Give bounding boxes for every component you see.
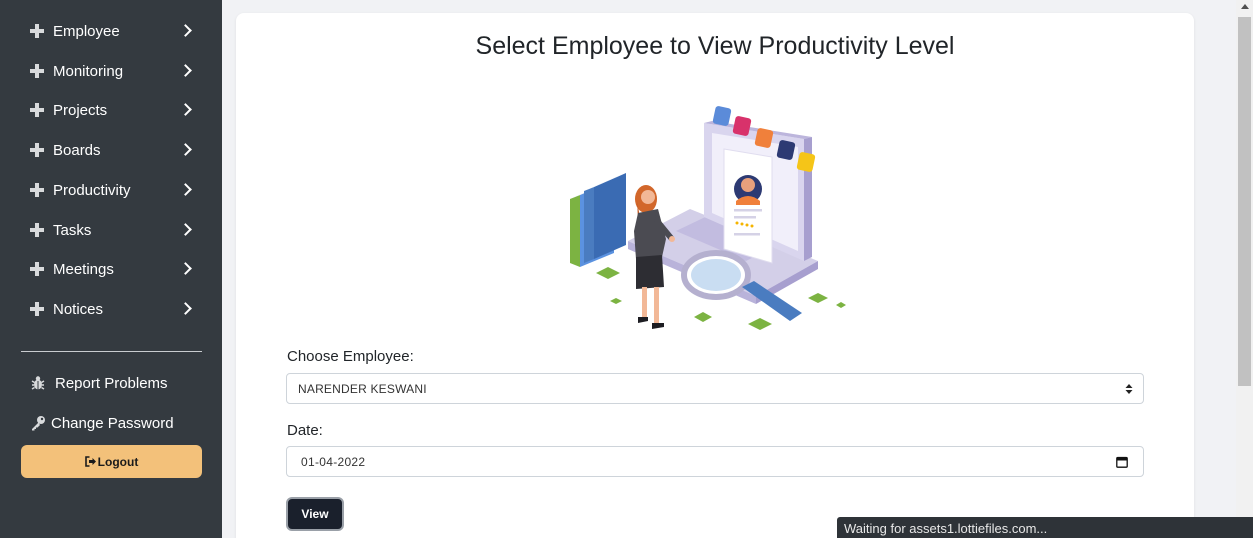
report-problems-label: Report Problems (55, 374, 168, 392)
chevron-right-icon (179, 302, 192, 315)
sidebar-item-employee[interactable]: Employee (0, 13, 222, 49)
scrollbar-thumb[interactable] (1238, 17, 1251, 386)
calendar-icon[interactable] (1116, 456, 1128, 468)
plus-icon (30, 223, 44, 237)
chevron-right-icon (179, 64, 192, 77)
employee-select-value: NARENDER KESWANI (298, 382, 427, 396)
sidebar-item-productivity[interactable]: Productivity (0, 172, 222, 208)
sidebar-item-label: Boards (53, 141, 101, 159)
sidebar-item-label: Employee (53, 22, 120, 40)
plus-icon (30, 262, 44, 276)
sidebar-item-label: Tasks (53, 221, 92, 239)
employee-label: Choose Employee: (287, 348, 414, 365)
logout-button[interactable]: Logout (21, 445, 202, 478)
sidebar-item-notices[interactable]: Notices (0, 291, 222, 327)
vertical-scrollbar[interactable] (1236, 0, 1253, 538)
sidebar-item-monitoring[interactable]: Monitoring (0, 53, 222, 89)
chevron-right-icon (179, 262, 192, 275)
chevron-right-icon (179, 143, 192, 156)
chevron-right-icon (179, 223, 192, 236)
change-password-label: Change Password (51, 414, 174, 432)
key-icon (32, 416, 45, 431)
sidebar-item-label: Notices (53, 300, 104, 318)
sidebar-item-tasks[interactable]: Tasks (0, 212, 222, 248)
plus-icon (30, 24, 44, 38)
scroll-up-arrow-icon[interactable] (1241, 4, 1249, 9)
chevron-right-icon (179, 183, 192, 196)
plus-icon (30, 302, 44, 316)
sign-out-icon (84, 456, 96, 467)
date-input-value: 01-04-2022 (301, 455, 366, 469)
date-input[interactable]: 01-04-2022 (286, 446, 1144, 477)
sidebar-item-meetings[interactable]: Meetings (0, 251, 222, 287)
main-card: Select Employee to View Productivity Lev… (236, 13, 1194, 538)
sidebar-item-projects[interactable]: Projects (0, 92, 222, 128)
sidebar-item-label: Projects (53, 101, 108, 119)
sidebar-divider (21, 351, 202, 352)
plus-icon (30, 183, 44, 197)
sort-arrows-icon (1125, 384, 1133, 394)
chevron-right-icon (179, 103, 192, 116)
plus-icon (30, 64, 44, 78)
logout-label: Logout (97, 454, 139, 469)
chevron-right-icon (179, 24, 192, 37)
report-problems-link[interactable]: Report Problems (0, 368, 222, 398)
change-password-link[interactable]: Change Password (0, 408, 222, 438)
sidebar: Employee Monitoring Projects Boards Prod… (0, 0, 222, 538)
view-button[interactable]: View (286, 497, 344, 531)
date-label: Date: (287, 422, 323, 439)
plus-icon (30, 143, 44, 157)
plus-icon (30, 103, 44, 117)
employee-search-illustration (570, 106, 846, 330)
bug-icon (31, 376, 45, 390)
page-title: Select Employee to View Productivity Lev… (475, 32, 955, 60)
sidebar-item-boards[interactable]: Boards (0, 132, 222, 168)
sidebar-item-label: Monitoring (53, 62, 124, 80)
sidebar-item-label: Productivity (53, 181, 131, 199)
employee-select[interactable]: NARENDER KESWANI (286, 373, 1144, 404)
browser-status-bar: Waiting for assets1.lottiefiles.com... (837, 517, 1253, 538)
sidebar-item-label: Meetings (53, 260, 114, 278)
